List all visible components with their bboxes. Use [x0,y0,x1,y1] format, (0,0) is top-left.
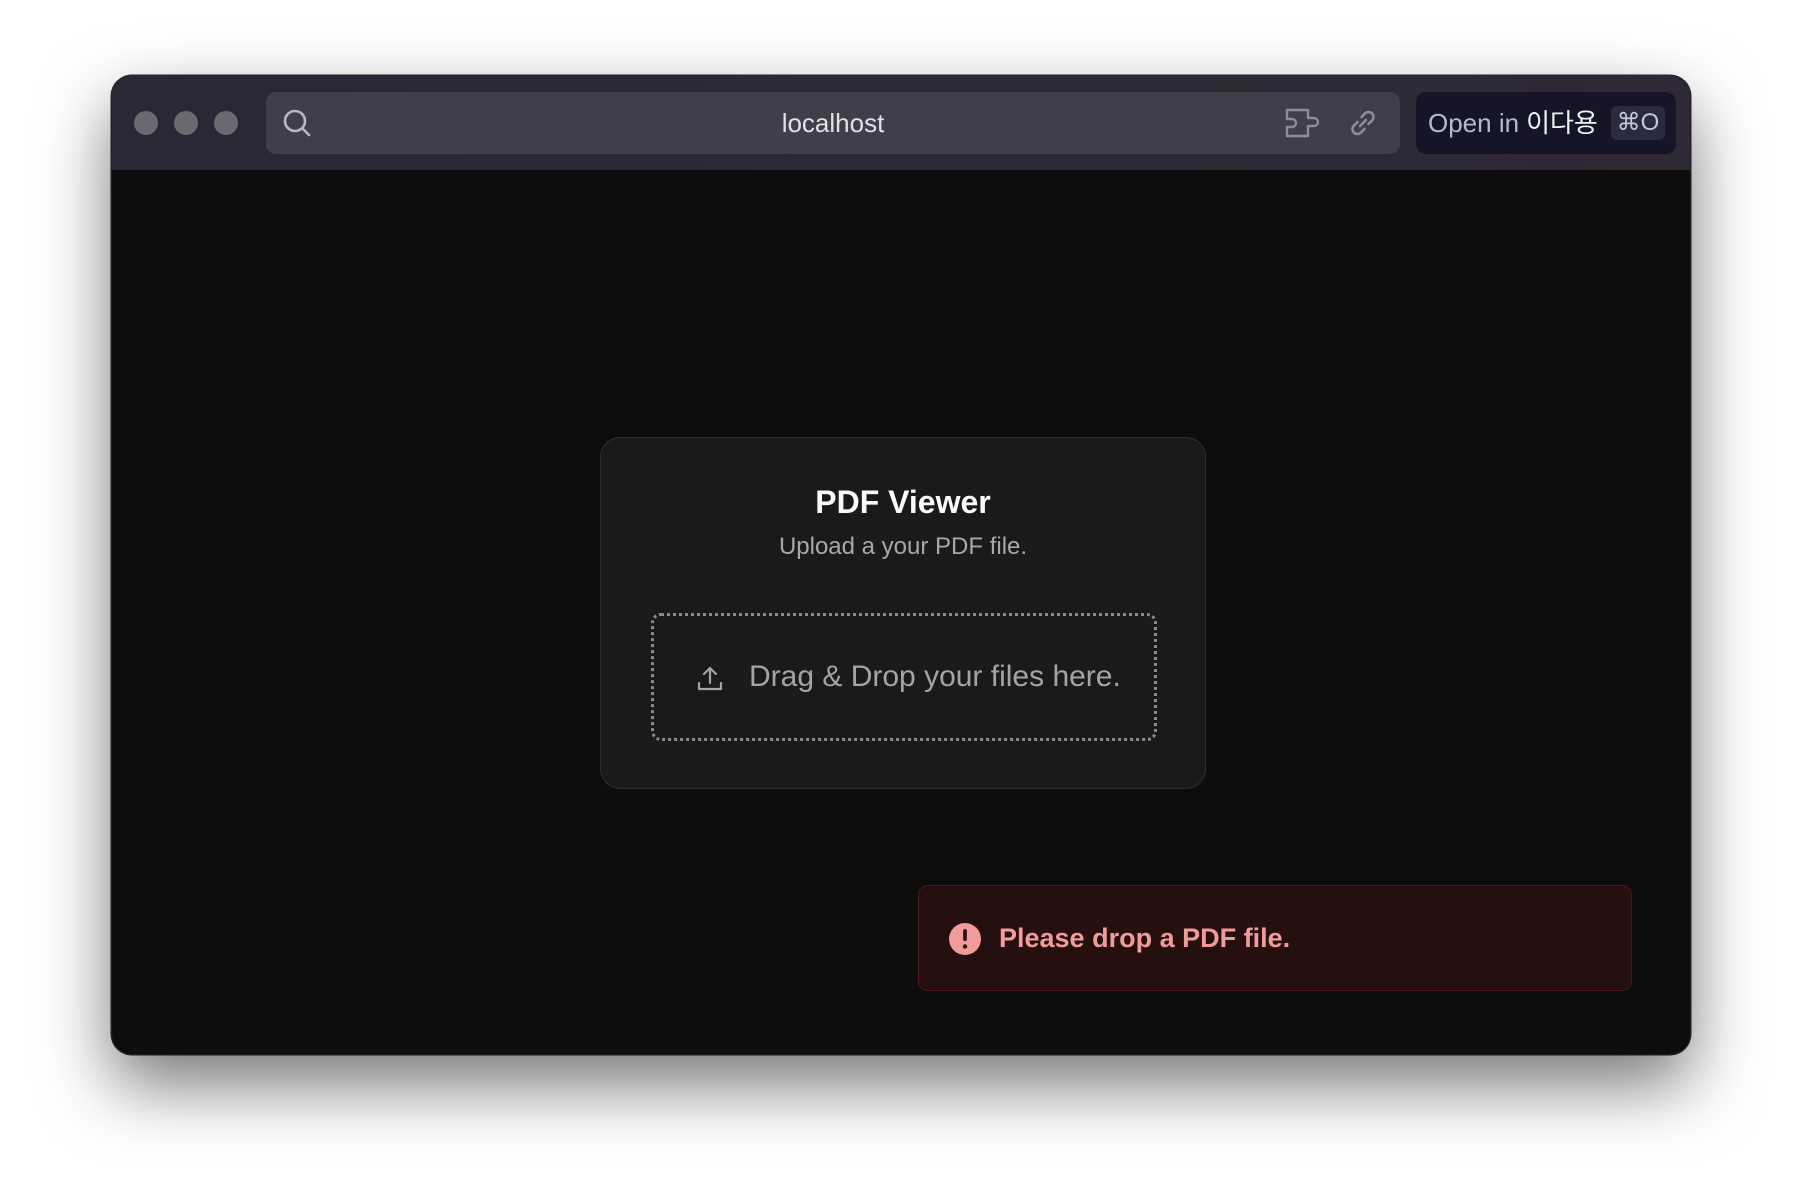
alert-circle-icon [949,923,981,955]
error-toast: Please drop a PDF file. [918,885,1632,991]
extension-icon[interactable] [1284,106,1326,140]
minimize-window-button[interactable] [174,111,198,135]
open-in-app-button[interactable]: Open in 이다용 ⌘O [1416,92,1676,154]
file-dropzone[interactable]: Drag & Drop your files here. [651,613,1157,741]
toast-message: Please drop a PDF file. [999,923,1291,953]
page-subtitle: Upload a your PDF file. [778,533,1028,560]
browser-window: localhost Open in 이다용 ⌘O PDF Viewer Uploa… [112,76,1690,1054]
browser-titlebar: localhost Open in 이다용 ⌘O [112,76,1690,170]
open-in-app-name: 이다용 [1526,108,1598,138]
url-text: localhost [781,108,885,138]
upload-icon [697,666,723,691]
open-in-shortcut: ⌘O [1611,106,1665,140]
pdf-viewer-card: PDF Viewer Upload a your PDF file. Drag … [600,437,1206,789]
close-window-button[interactable] [134,111,158,135]
link-icon[interactable] [1346,106,1380,140]
dropzone-label: Drag & Drop your files here. [749,660,1121,693]
zoom-window-button[interactable] [214,111,238,135]
address-bar[interactable]: localhost [266,92,1400,154]
page-title: PDF Viewer [815,484,991,520]
open-in-label: Open in [1428,108,1520,138]
open-in-label-group: Open in 이다용 [1428,92,1598,154]
